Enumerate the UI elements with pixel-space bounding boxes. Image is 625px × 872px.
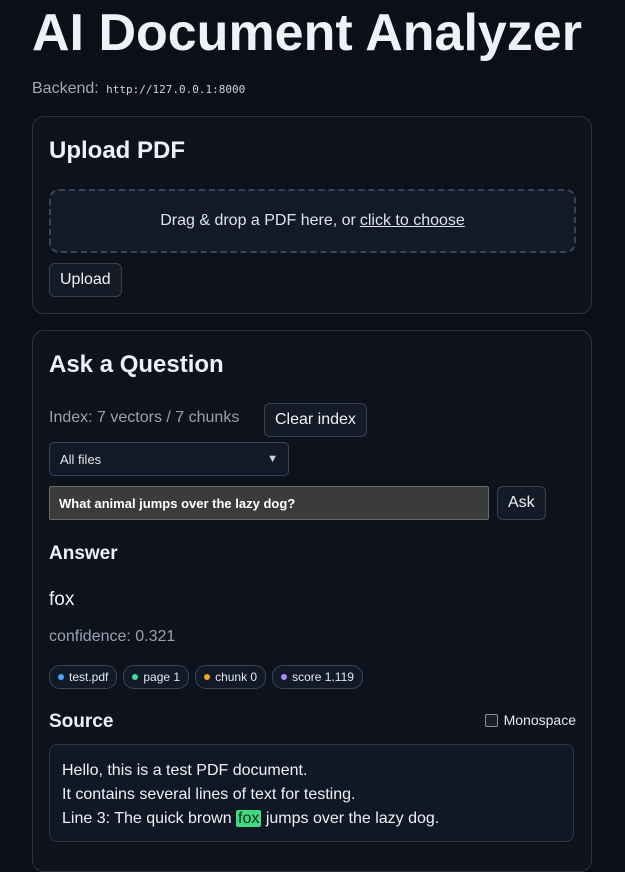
source-line-3-before: Line 3: The quick brown (62, 810, 232, 827)
badge-label: chunk 0 (215, 670, 258, 684)
dot-icon (132, 674, 139, 680)
clear-index-button[interactable]: Clear index (264, 403, 367, 437)
ask-button[interactable]: Ask (497, 486, 546, 520)
badge-label: test.pdf (69, 670, 109, 684)
choose-file-link[interactable]: click to choose (360, 212, 465, 230)
chevron-down-icon: ▼ (267, 453, 278, 465)
page-title: AI Document Analyzer (32, 4, 582, 62)
confidence-text: confidence: 0.321 (49, 628, 176, 645)
upload-button[interactable]: Upload (49, 263, 122, 297)
backend-label: Backend: (32, 80, 99, 97)
monospace-toggle[interactable]: Monospace (484, 712, 576, 728)
source-line-2: It contains several lines of text for te… (62, 786, 356, 803)
dot-icon (58, 674, 64, 680)
file-filter-select[interactable]: All files ▼ (49, 442, 289, 476)
source-text-box: Hello, this is a test PDF document. It c… (49, 744, 574, 842)
badge-score: score 1.119 (272, 665, 363, 689)
answer-badges: test.pdf page 1 chunk 0 score 1.119 (49, 665, 363, 689)
badge-chunk: chunk 0 (195, 665, 267, 689)
badge-label: page 1 (143, 670, 181, 684)
upload-card: Upload PDF Drag & drop a PDF here, or cl… (32, 116, 592, 314)
source-heading: Source (49, 711, 114, 732)
question-input[interactable]: What animal jumps over the lazy dog? (49, 486, 489, 520)
answer-heading: Answer (49, 543, 118, 564)
index-status: Index: 7 vectors / 7 chunks (49, 409, 240, 426)
source-line-3-after: jumps over the lazy dog. (265, 810, 440, 827)
upload-heading: Upload PDF (49, 137, 185, 164)
answer-text: fox (49, 589, 75, 610)
file-filter-value: All files (60, 451, 102, 467)
badge-page: page 1 (123, 665, 190, 689)
ask-card: Ask a Question Index: 7 vectors / 7 chun… (32, 330, 592, 872)
dot-icon (204, 674, 211, 680)
dot-icon (281, 674, 288, 680)
pdf-dropzone[interactable]: Drag & drop a PDF here, or click to choo… (49, 189, 576, 253)
monospace-checkbox[interactable] (484, 713, 498, 727)
backend-info: Backend: http://127.0.0.1:8000 (32, 80, 245, 98)
dropzone-text: Drag & drop a PDF here, or (160, 212, 356, 229)
badge-label: score 1.119 (292, 670, 354, 684)
monospace-label: Monospace (503, 712, 576, 728)
ask-heading: Ask a Question (49, 351, 224, 378)
source-line-1: Hello, this is a test PDF document. (62, 762, 308, 779)
badge-file: test.pdf (49, 665, 118, 689)
answer-highlight: fox (236, 810, 262, 827)
backend-url: http://127.0.0.1:8000 (106, 83, 246, 96)
source-line-3: Line 3: The quick brown fox jumps over t… (62, 807, 561, 831)
